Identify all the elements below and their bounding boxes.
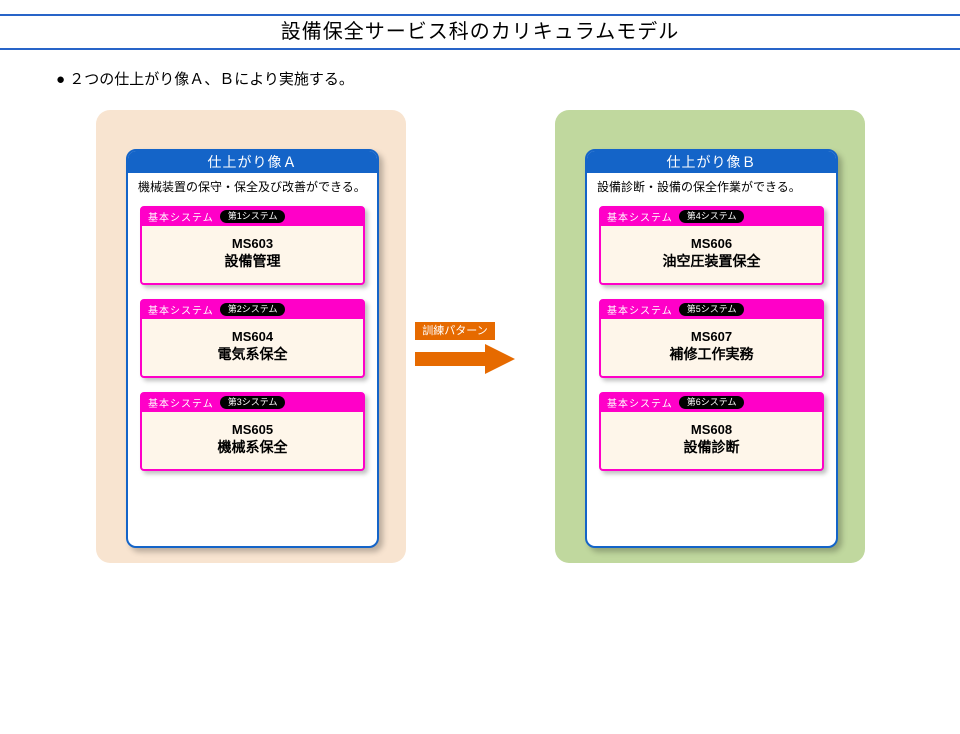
module-a-2-system-label: 基本システム [148, 302, 214, 317]
module-b-1-system-pill: 第4システム [679, 210, 745, 223]
page-title: 設備保全サービス科のカリキュラムモデル [0, 14, 960, 50]
module-b-3: 基本システム 第6システム MS608 設備診断 [599, 392, 824, 471]
module-a-3: 基本システム 第3システム MS605 機械系保全 [140, 392, 365, 471]
arrow-label: 訓練パターン [415, 322, 495, 340]
module-b-3-system-pill: 第6システム [679, 396, 745, 409]
module-a-3-system-pill: 第3システム [220, 396, 286, 409]
module-b-3-name: 設備診断 [605, 437, 818, 457]
module-b-2: 基本システム 第5システム MS607 補修工作実務 [599, 299, 824, 378]
card-a: 仕上がり像Ａ 機械装置の保守・保全及び改善ができる。 基本システム 第1システム… [126, 149, 379, 548]
module-a-1-system-pill: 第1システム [220, 210, 286, 223]
module-b-2-name: 補修工作実務 [605, 344, 818, 364]
training-pattern-arrow: 訓練パターン [415, 322, 545, 374]
card-b-header: 仕上がり像Ｂ [587, 151, 836, 173]
module-b-2-system-pill: 第5システム [679, 303, 745, 316]
module-b-2-system-label: 基本システム [607, 302, 673, 317]
card-a-header: 仕上がり像Ａ [128, 151, 377, 173]
module-b-1-system-label: 基本システム [607, 209, 673, 224]
module-a-2: 基本システム 第2システム MS604 電気系保全 [140, 299, 365, 378]
module-a-2-code: MS604 [146, 329, 359, 344]
panel-b: 仕上がり像Ｂ 設備診断・設備の保全作業ができる。 基本システム 第4システム M… [555, 110, 865, 563]
module-a-3-system-label: 基本システム [148, 395, 214, 410]
card-b-description: 設備診断・設備の保全作業ができる。 [587, 173, 836, 206]
module-b-3-code: MS608 [605, 422, 818, 437]
module-a-3-code: MS605 [146, 422, 359, 437]
card-b: 仕上がり像Ｂ 設備診断・設備の保全作業ができる。 基本システム 第4システム M… [585, 149, 838, 548]
card-a-description: 機械装置の保守・保全及び改善ができる。 [128, 173, 377, 206]
module-a-1: 基本システム 第1システム MS603 設備管理 [140, 206, 365, 285]
module-b-3-system-label: 基本システム [607, 395, 673, 410]
module-b-2-code: MS607 [605, 329, 818, 344]
arrow-icon [415, 344, 515, 374]
module-a-3-name: 機械系保全 [146, 437, 359, 457]
module-a-1-system-label: 基本システム [148, 209, 214, 224]
module-b-1-code: MS606 [605, 236, 818, 251]
subtitle-text: ２つの仕上がり像Ａ、Ｂにより実施する。 [56, 68, 960, 89]
module-a-2-name: 電気系保全 [146, 344, 359, 364]
module-a-2-system-pill: 第2システム [220, 303, 286, 316]
diagram-stage: 仕上がり像Ａ 機械装置の保守・保全及び改善ができる。 基本システム 第1システム… [0, 89, 960, 689]
module-a-1-code: MS603 [146, 236, 359, 251]
panel-a: 仕上がり像Ａ 機械装置の保守・保全及び改善ができる。 基本システム 第1システム… [96, 110, 406, 563]
module-b-1-name: 油空圧装置保全 [605, 251, 818, 271]
module-a-1-name: 設備管理 [146, 251, 359, 271]
module-b-1: 基本システム 第4システム MS606 油空圧装置保全 [599, 206, 824, 285]
